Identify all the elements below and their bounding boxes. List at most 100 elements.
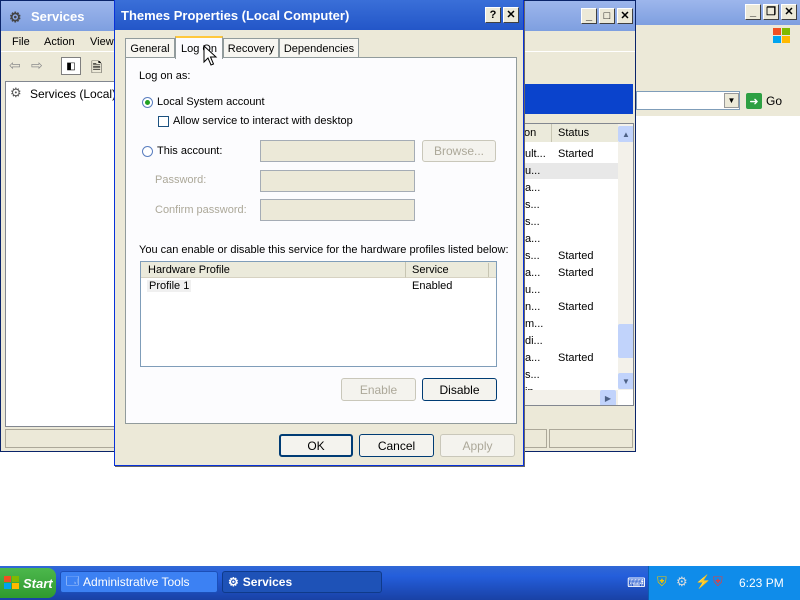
dialog-title: Themes Properties (Local Computer) xyxy=(121,8,350,23)
allow-interact-label[interactable]: Allow service to interact with desktop xyxy=(173,115,353,127)
network-icon[interactable]: ⚙ xyxy=(676,574,688,590)
table-row[interactable]: a... Started xyxy=(522,265,618,281)
windows-logo-icon xyxy=(772,27,792,45)
column-header-service[interactable]: Service xyxy=(406,262,496,278)
account-field[interactable] xyxy=(260,140,415,162)
mouse-cursor-icon xyxy=(203,44,219,67)
service-name-cell: a... xyxy=(525,233,541,245)
services-gear-icon: ⚙ xyxy=(10,85,22,100)
enable-button[interactable]: Enable xyxy=(341,378,416,401)
services-header-band xyxy=(521,84,633,114)
table-row[interactable]: n... Started xyxy=(522,299,618,315)
statusbar-cell xyxy=(523,429,547,448)
scroll-down-button[interactable]: ▼ xyxy=(618,373,633,389)
apply-button[interactable]: Apply xyxy=(440,434,515,457)
profile-name: Profile 1 xyxy=(147,280,192,292)
password-field[interactable] xyxy=(260,170,415,192)
table-row[interactable]: ult... Started xyxy=(522,146,618,162)
services-taskbar-icon: ⚙ xyxy=(228,575,239,589)
column-header-status[interactable]: Status xyxy=(552,124,618,142)
confirm-password-field[interactable] xyxy=(260,199,415,221)
service-name-cell: s... xyxy=(525,199,540,211)
password-label: Password: xyxy=(155,174,207,186)
table-row[interactable]: a... Started xyxy=(522,350,618,366)
address-dropdown-button[interactable]: ▼ xyxy=(724,93,739,108)
column-header-hardware-profile[interactable]: Hardware Profile xyxy=(141,262,406,278)
menu-action[interactable]: Action xyxy=(44,36,75,48)
clock[interactable]: 6:23 PM xyxy=(739,576,784,590)
table-row[interactable]: u... xyxy=(522,163,618,179)
service-status-cell: Started xyxy=(558,301,594,313)
statusbar-cell xyxy=(549,429,633,448)
scroll-right-button[interactable]: ▶ xyxy=(600,390,616,405)
properties-icon[interactable]: 🗎 xyxy=(91,57,102,81)
connection-icon[interactable]: ⚡ xyxy=(695,574,711,590)
restore-button[interactable]: ❐ xyxy=(763,4,779,20)
hardware-profile-row[interactable]: Profile 1 Enabled xyxy=(141,279,496,295)
dialog-close-button[interactable]: ✕ xyxy=(503,7,519,23)
service-status-cell: Started xyxy=(558,250,594,262)
security-shield-icon[interactable]: ⛨ xyxy=(657,574,667,590)
go-label: Go xyxy=(766,94,783,108)
minimize-button[interactable]: _ xyxy=(745,4,761,20)
services-minimize-button[interactable]: _ xyxy=(581,8,597,24)
table-row[interactable]: a... xyxy=(522,180,618,196)
administrative-tools-icon: 🗔 xyxy=(66,573,80,588)
services-title: Services xyxy=(31,9,85,24)
keyboard-icon[interactable]: ⌨ xyxy=(627,575,646,591)
start-button[interactable]: Start xyxy=(0,568,56,598)
table-row[interactable]: a... xyxy=(522,231,618,247)
log-on-as-label: Log on as: xyxy=(139,70,191,82)
tab-dependencies[interactable]: Dependencies xyxy=(279,38,359,58)
services-maximize-button[interactable]: □ xyxy=(599,8,615,24)
table-row[interactable]: s... Started xyxy=(522,248,618,264)
allow-interact-checkbox[interactable] xyxy=(158,116,169,127)
this-account-radio[interactable] xyxy=(142,146,153,157)
table-row[interactable]: di... xyxy=(522,333,618,349)
back-arrow-icon[interactable]: ⇦ xyxy=(9,57,21,74)
help-button[interactable]: ? xyxy=(485,7,501,23)
service-name-cell: a... xyxy=(525,267,541,279)
taskbar: Start 🗔 Administrative Tools ⚙ Services … xyxy=(0,566,800,600)
cancel-button[interactable]: Cancel xyxy=(359,434,434,457)
statusbar-cell xyxy=(5,429,115,448)
taskbar-item-services[interactable]: ⚙ Services xyxy=(222,571,382,593)
vertical-scrollbar[interactable]: ▲ ▼ xyxy=(618,124,633,390)
service-name-cell: di... xyxy=(525,335,543,347)
tab-general[interactable]: General xyxy=(125,38,175,58)
taskbar-item-administrative-tools[interactable]: 🗔 Administrative Tools xyxy=(60,571,218,593)
forward-arrow-icon[interactable]: ⇨ xyxy=(31,57,43,74)
menu-view[interactable]: View xyxy=(90,36,114,48)
horizontal-scrollbar[interactable]: ▶ xyxy=(522,390,618,405)
table-row[interactable]: s... xyxy=(522,197,618,213)
hardware-profile-list[interactable]: Hardware Profile Service Profile 1 Enabl… xyxy=(140,261,497,367)
go-button[interactable]: ➜ Go xyxy=(746,91,798,111)
table-row[interactable]: s... xyxy=(522,367,618,383)
service-name-cell: m... xyxy=(525,318,544,330)
tree-pane: ⚙ Services (Local) xyxy=(5,81,117,427)
service-name-cell: s... xyxy=(525,369,540,381)
confirm-password-label: Confirm password: xyxy=(155,204,247,216)
services-close-button[interactable]: ✕ xyxy=(617,8,633,24)
scroll-up-button[interactable]: ▲ xyxy=(618,126,633,142)
column-divider xyxy=(488,263,489,277)
column-header-name[interactable]: on xyxy=(522,124,552,142)
table-row[interactable]: u... xyxy=(522,282,618,298)
alert-shield-icon[interactable]: ⛨ xyxy=(713,574,723,590)
local-system-radio[interactable] xyxy=(142,97,153,108)
services-list: on Status ult... Started u... a... s... s... a… xyxy=(521,123,634,406)
table-row[interactable]: m... xyxy=(522,316,618,332)
tab-recovery[interactable]: Recovery xyxy=(223,38,279,58)
ok-button[interactable]: OK xyxy=(279,434,353,457)
scroll-thumb[interactable] xyxy=(618,324,633,358)
menu-file[interactable]: File xyxy=(12,36,30,48)
disable-button[interactable]: Disable xyxy=(422,378,497,401)
table-row[interactable]: s... xyxy=(522,214,618,230)
local-system-label[interactable]: Local System account xyxy=(157,96,265,108)
close-button[interactable]: ✕ xyxy=(781,4,797,20)
show-hide-tree-icon[interactable]: ◧ xyxy=(61,57,81,75)
this-account-label[interactable]: This account: xyxy=(157,145,222,157)
tree-root-services-local[interactable]: Services (Local) xyxy=(30,87,116,101)
browse-button[interactable]: Browse... xyxy=(422,140,496,162)
system-tray: ⛨ ⚙ ⚡ ⛨ 6:23 PM xyxy=(648,566,800,600)
